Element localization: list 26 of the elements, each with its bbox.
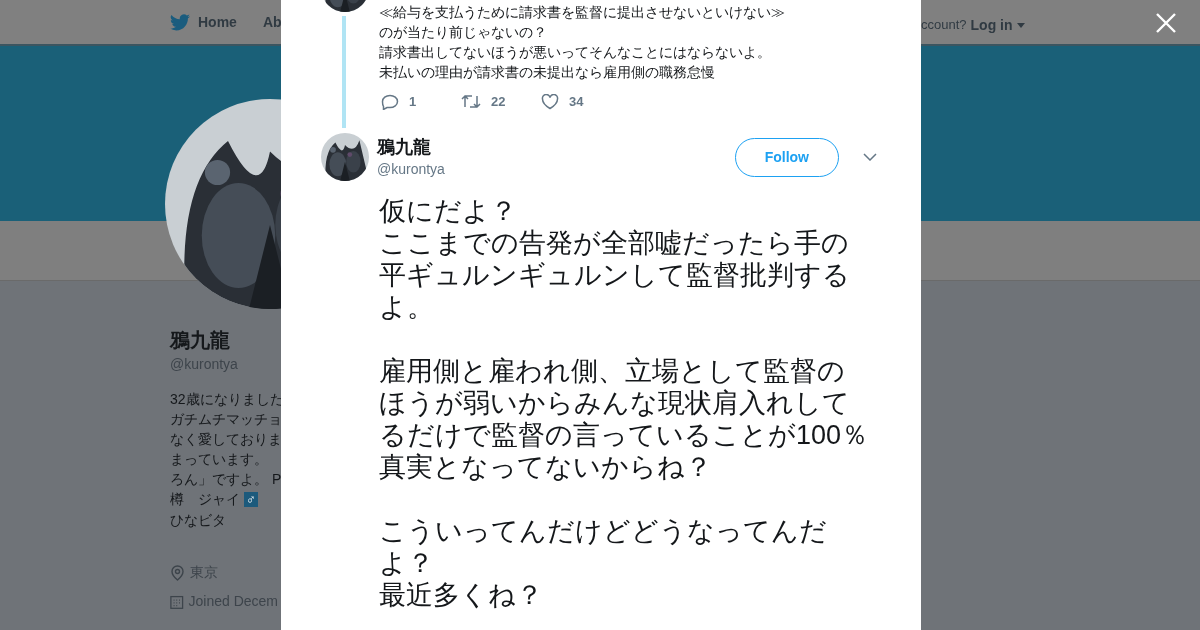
author-handle: @kurontya xyxy=(377,159,445,179)
follow-button[interactable]: Follow xyxy=(734,137,839,177)
calendar-icon xyxy=(170,593,184,610)
profile-name: 鴉九龍 xyxy=(170,328,231,353)
bird-icon xyxy=(170,13,190,31)
tweet-text-line: 雇用側と雇われ側、立場として監督のほうが弱いからみんな現状肩入れしてるだけで監督の言っていることが100％真実となってないからね？ xyxy=(379,355,870,483)
tweet-text: ≪給与を支払うために請求書を監督に提出させないといけない≫ のが当たり前じゃないの？ 請求書出してないほうが悪いってそんなことにはならないよ。 未払いの理由が請求書の未提出なら雇用側の職務怠慢 xyxy=(379,3,785,82)
tweet-text-line: 最近多くね？ xyxy=(379,579,544,611)
author-name: 鴉九龍 xyxy=(377,135,432,159)
tweet-text-line: 仮にだよ？ xyxy=(379,195,518,227)
reply-icon[interactable] xyxy=(381,93,399,110)
login-link[interactable]: Log in xyxy=(970,15,1025,36)
like-count: 34 xyxy=(569,93,584,111)
tweet-text-line: こういってんだけどどうなってんだよ？ xyxy=(379,515,828,579)
home-link[interactable]: Home xyxy=(170,11,237,33)
retweet-icon[interactable] xyxy=(461,94,481,110)
reply-count: 1 xyxy=(409,93,417,111)
caret-icon xyxy=(1016,23,1025,28)
retweet-count: 22 xyxy=(491,93,506,111)
about-link[interactable]: Ab xyxy=(262,11,282,33)
chevron-down-icon[interactable] xyxy=(863,153,877,161)
location-pin-icon xyxy=(170,564,185,581)
heart-icon[interactable] xyxy=(541,93,559,110)
close-icon[interactable] xyxy=(1156,13,1176,33)
account-prompt: ccount? xyxy=(921,16,967,34)
tweet-text-line: ここまでの告発が全部嘘だったら手の平ギュルンギュルンして監督批判するよ。 xyxy=(379,227,851,323)
